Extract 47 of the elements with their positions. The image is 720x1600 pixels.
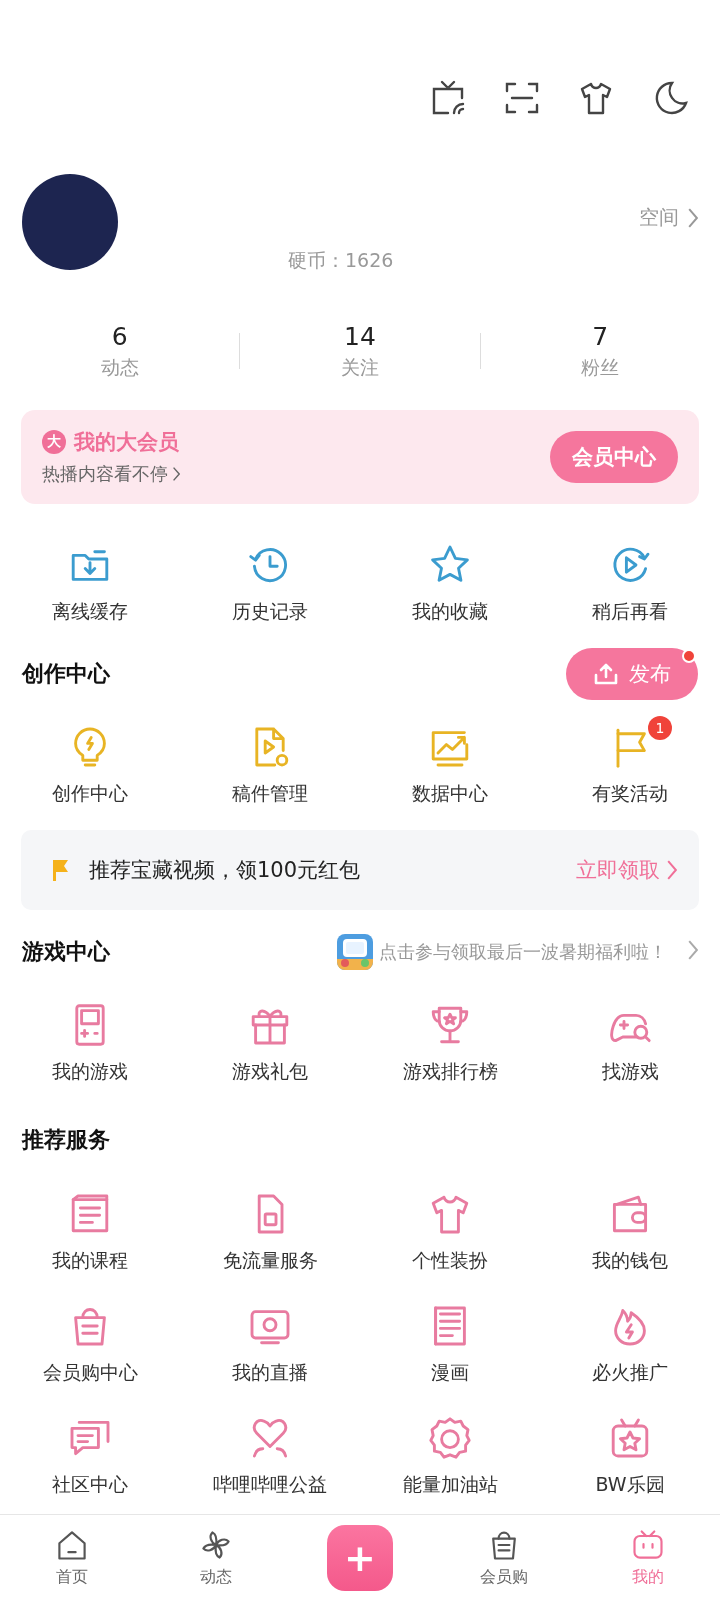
vip-badge: 大 <box>42 430 66 454</box>
shortcut-label[interactable]: 漫画 <box>431 1360 469 1386</box>
shortcut-label[interactable]: 游戏礼包 <box>232 1059 308 1085</box>
shortcut-label[interactable]: 历史记录 <box>232 599 308 625</box>
shortcut-label[interactable]: 稍后再看 <box>592 599 668 625</box>
nav-tab[interactable]: 首页 <box>0 1527 144 1588</box>
stat-value[interactable]: 6 <box>111 321 128 351</box>
shortcut-label[interactable]: 哔哩哔哩公益 <box>213 1472 327 1498</box>
shortcut-label[interactable]: 有奖活动 <box>592 781 668 807</box>
shortcut-label[interactable]: 我的钱包 <box>592 1248 668 1274</box>
shortcut-label[interactable]: 游戏排行榜 <box>402 1059 498 1085</box>
banner-text: 推荐宝藏视频，领100元红包 <box>89 857 362 884</box>
shortcut-label[interactable]: 数据中心 <box>412 781 488 807</box>
upload-icon <box>593 662 619 686</box>
shortcut-label[interactable]: 我的课程 <box>52 1248 128 1274</box>
nav-tab[interactable]: 会员购 <box>432 1527 576 1588</box>
shortcut-label[interactable]: 社区中心 <box>52 1472 128 1498</box>
shortcut-label[interactable]: 创作中心 <box>52 781 128 807</box>
section-title: 创作中心 <box>22 660 110 688</box>
vip-title: 我的大会员 <box>74 429 179 456</box>
nav-tab[interactable]: 动态 <box>144 1527 288 1588</box>
shortcut-label[interactable]: BW乐园 <box>595 1472 665 1498</box>
vip-subtitle[interactable]: 热播内容看不停 <box>42 462 168 486</box>
stat-value[interactable]: 14 <box>344 321 376 351</box>
section-title: 推荐服务 <box>22 1126 110 1154</box>
chevron-icon <box>666 859 677 881</box>
chevron-icon <box>687 206 698 229</box>
shortcut-label[interactable]: 免流量服务 <box>222 1248 318 1274</box>
shortcut-label[interactable]: 必火推广 <box>592 1360 668 1386</box>
chevron-icon <box>172 466 180 482</box>
count-badge: 1 <box>648 716 672 740</box>
shortcut-label[interactable]: 离线缓存 <box>52 599 128 625</box>
shortcut-label[interactable]: 稿件管理 <box>232 781 308 807</box>
flower-badge-icon <box>426 1414 474 1462</box>
vip-card[interactable]: 大 我的大会员 热播内容看不停 会员中心 <box>21 410 699 504</box>
shortcut-label[interactable]: 能量加油站 <box>402 1472 498 1498</box>
shortcut-label[interactable]: 我的收藏 <box>412 599 488 625</box>
shortcut-label[interactable]: 个性装扮 <box>412 1248 488 1274</box>
shortcut-label[interactable]: 会员购中心 <box>42 1360 138 1386</box>
chevron-icon <box>687 939 698 961</box>
shortcut-label[interactable]: 找游戏 <box>601 1059 659 1085</box>
coin-count: 硬币：1626 <box>288 248 395 273</box>
section-title: 游戏中心 <box>22 938 110 966</box>
shortcut-label[interactable]: 我的游戏 <box>52 1059 128 1085</box>
reward-banner[interactable]: 推荐宝藏视频，领100元红包 立即领取 <box>21 830 699 910</box>
stat-value[interactable]: 7 <box>592 321 609 351</box>
shortcut-label[interactable]: 我的直播 <box>232 1360 308 1386</box>
